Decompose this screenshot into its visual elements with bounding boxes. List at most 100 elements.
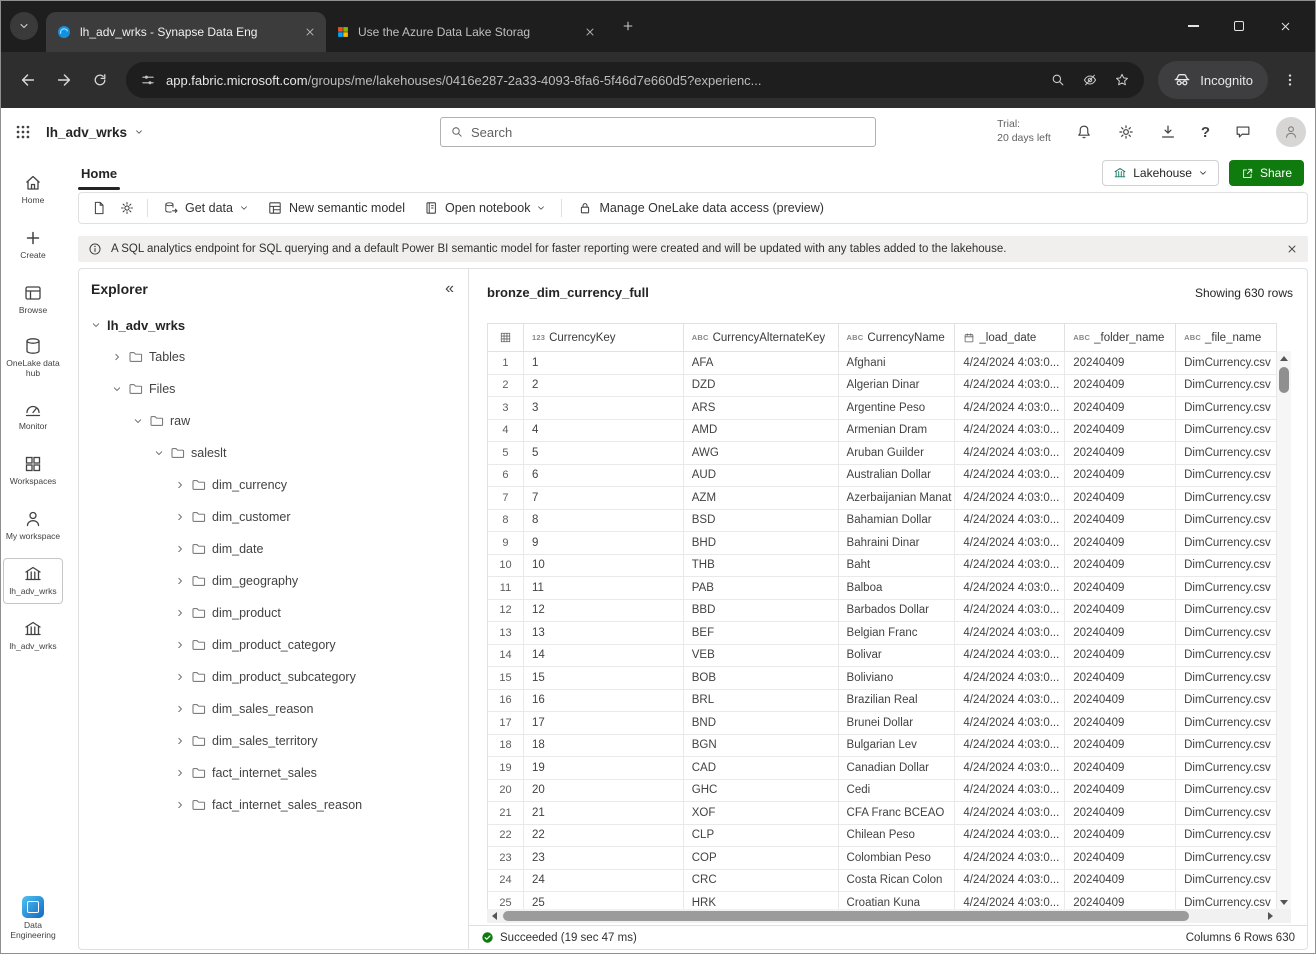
row-number-cell[interactable]: 10 bbox=[488, 555, 524, 578]
nav-rail-item-my-workspace[interactable]: My workspace bbox=[3, 503, 63, 549]
row-number-cell[interactable]: 9 bbox=[488, 532, 524, 555]
chevron-right-icon[interactable] bbox=[173, 576, 186, 586]
column-header-_folder_name[interactable]: ABC_folder_name bbox=[1065, 324, 1176, 352]
tree-item-dim_sales_territory[interactable]: dim_sales_territory bbox=[79, 725, 468, 757]
row-number-cell[interactable]: 14 bbox=[488, 645, 524, 668]
export-button[interactable] bbox=[85, 195, 113, 221]
chevron-right-icon[interactable] bbox=[173, 640, 186, 650]
row-number-cell[interactable]: 19 bbox=[488, 757, 524, 780]
row-number-cell[interactable]: 7 bbox=[488, 487, 524, 510]
row-number-cell[interactable]: 12 bbox=[488, 600, 524, 623]
settings-button[interactable] bbox=[1117, 123, 1135, 141]
row-number-cell[interactable]: 20 bbox=[488, 780, 524, 803]
new-semantic-model-button[interactable]: New semantic model bbox=[258, 195, 414, 221]
app-launcher-button[interactable] bbox=[0, 123, 46, 141]
eye-blocked-icon[interactable] bbox=[1082, 72, 1098, 88]
tree-item-dim_product_subcategory[interactable]: dim_product_subcategory bbox=[79, 661, 468, 693]
share-button[interactable]: Share bbox=[1229, 160, 1304, 186]
row-number-cell[interactable]: 25 bbox=[488, 892, 524, 910]
row-number-cell[interactable]: 16 bbox=[488, 690, 524, 713]
vertical-scrollbar[interactable] bbox=[1277, 351, 1291, 909]
row-number-cell[interactable]: 24 bbox=[488, 870, 524, 893]
row-number-cell[interactable]: 6 bbox=[488, 465, 524, 488]
tree-item-dim_sales_reason[interactable]: dim_sales_reason bbox=[79, 693, 468, 725]
lakehouse-mode-dropdown[interactable]: Lakehouse bbox=[1102, 160, 1219, 186]
tab-home[interactable]: Home bbox=[78, 156, 120, 190]
nav-rail-item-monitor[interactable]: Monitor bbox=[3, 393, 63, 439]
tab-search-button[interactable] bbox=[10, 12, 38, 40]
tree-item-dim_geography[interactable]: dim_geography bbox=[79, 565, 468, 597]
maximize-button[interactable] bbox=[1216, 0, 1262, 52]
browser-menu-button[interactable] bbox=[1274, 62, 1306, 98]
row-number-cell[interactable]: 1 bbox=[488, 352, 524, 375]
row-number-cell[interactable]: 2 bbox=[488, 375, 524, 398]
reload-button[interactable] bbox=[82, 62, 118, 98]
back-button[interactable] bbox=[10, 62, 46, 98]
column-header-CurrencyKey[interactable]: 123CurrencyKey bbox=[524, 324, 684, 352]
chevron-right-icon[interactable] bbox=[173, 736, 186, 746]
row-number-cell[interactable]: 23 bbox=[488, 847, 524, 870]
nav-rail-item-create[interactable]: Create bbox=[3, 221, 63, 267]
settings-button[interactable] bbox=[113, 195, 141, 221]
banner-close-button[interactable] bbox=[1286, 243, 1298, 255]
nav-rail-item-lakehouse-2[interactable]: lh_adv_wrks bbox=[3, 613, 63, 659]
url-bar[interactable]: app.fabric.microsoft.com /groups/me/lake… bbox=[126, 62, 1144, 98]
help-button[interactable]: ? bbox=[1201, 124, 1210, 141]
chevron-right-icon[interactable] bbox=[173, 800, 186, 810]
tree-item-dim_product_category[interactable]: dim_product_category bbox=[79, 629, 468, 661]
tab-close-icon[interactable] bbox=[304, 26, 316, 38]
browser-tab-active[interactable]: lh_adv_wrks - Synapse Data Eng bbox=[46, 12, 326, 52]
chevron-right-icon[interactable] bbox=[173, 704, 186, 714]
tree-item-fact_internet_sales_reason[interactable]: fact_internet_sales_reason bbox=[79, 789, 468, 821]
row-number-cell[interactable]: 21 bbox=[488, 802, 524, 825]
scroll-left-button[interactable] bbox=[487, 909, 501, 923]
tree-item-fact_internet_sales[interactable]: fact_internet_sales bbox=[79, 757, 468, 789]
chevron-right-icon[interactable] bbox=[173, 544, 186, 554]
tree-item-Tables[interactable]: Tables bbox=[79, 341, 468, 373]
tree-item-saleslt[interactable]: saleslt bbox=[79, 437, 468, 469]
chevron-right-icon[interactable] bbox=[110, 352, 123, 362]
minimize-button[interactable] bbox=[1170, 0, 1216, 52]
column-header-CurrencyName[interactable]: ABCCurrencyName bbox=[839, 324, 956, 352]
column-header-CurrencyAlternateKey[interactable]: ABCCurrencyAlternateKey bbox=[684, 324, 839, 352]
vertical-scroll-thumb[interactable] bbox=[1279, 367, 1289, 393]
tree-item-dim_product[interactable]: dim_product bbox=[79, 597, 468, 629]
zoom-icon[interactable] bbox=[1050, 72, 1066, 88]
chevron-right-icon[interactable] bbox=[173, 480, 186, 490]
scroll-right-button[interactable] bbox=[1263, 909, 1277, 923]
bookmark-star-icon[interactable] bbox=[1114, 72, 1130, 88]
row-number-cell[interactable]: 8 bbox=[488, 510, 524, 533]
nav-rail-item-workspaces[interactable]: Workspaces bbox=[3, 448, 63, 494]
tree-item-lh_adv_wrks[interactable]: lh_adv_wrks bbox=[79, 309, 468, 341]
manage-onelake-access-button[interactable]: Manage OneLake data access (preview) bbox=[568, 195, 832, 221]
downloads-button[interactable] bbox=[1159, 123, 1177, 141]
chevron-right-icon[interactable] bbox=[173, 512, 186, 522]
horizontal-scroll-thumb[interactable] bbox=[503, 911, 1189, 921]
chevron-down-icon[interactable] bbox=[152, 448, 165, 458]
scroll-down-button[interactable] bbox=[1277, 895, 1291, 909]
row-number-cell[interactable]: 5 bbox=[488, 442, 524, 465]
row-number-cell[interactable]: 3 bbox=[488, 397, 524, 420]
row-number-cell[interactable]: 11 bbox=[488, 577, 524, 600]
forward-button[interactable] bbox=[46, 62, 82, 98]
browser-tab-inactive[interactable]: Use the Azure Data Lake Storag bbox=[326, 12, 606, 52]
row-number-cell[interactable]: 4 bbox=[488, 420, 524, 443]
tree-item-dim_currency[interactable]: dim_currency bbox=[79, 469, 468, 501]
tree-item-raw[interactable]: raw bbox=[79, 405, 468, 437]
notifications-button[interactable] bbox=[1075, 123, 1093, 141]
workspace-switcher[interactable]: lh_adv_wrks bbox=[46, 125, 144, 140]
row-number-cell[interactable]: 13 bbox=[488, 622, 524, 645]
column-header-_file_name[interactable]: ABC_file_name bbox=[1176, 324, 1277, 352]
chevron-right-icon[interactable] bbox=[173, 768, 186, 778]
row-number-cell[interactable]: 17 bbox=[488, 712, 524, 735]
chevron-down-icon[interactable] bbox=[89, 320, 102, 330]
row-number-cell[interactable]: 18 bbox=[488, 735, 524, 758]
column-header-_load_date[interactable]: _load_date bbox=[955, 324, 1065, 352]
account-avatar[interactable] bbox=[1276, 117, 1306, 147]
row-number-cell[interactable]: 22 bbox=[488, 825, 524, 848]
chevron-right-icon[interactable] bbox=[173, 672, 186, 682]
feedback-button[interactable] bbox=[1234, 123, 1252, 141]
row-number-cell[interactable]: 15 bbox=[488, 667, 524, 690]
tree-item-Files[interactable]: Files bbox=[79, 373, 468, 405]
collapse-explorer-button[interactable]: « bbox=[445, 281, 454, 297]
